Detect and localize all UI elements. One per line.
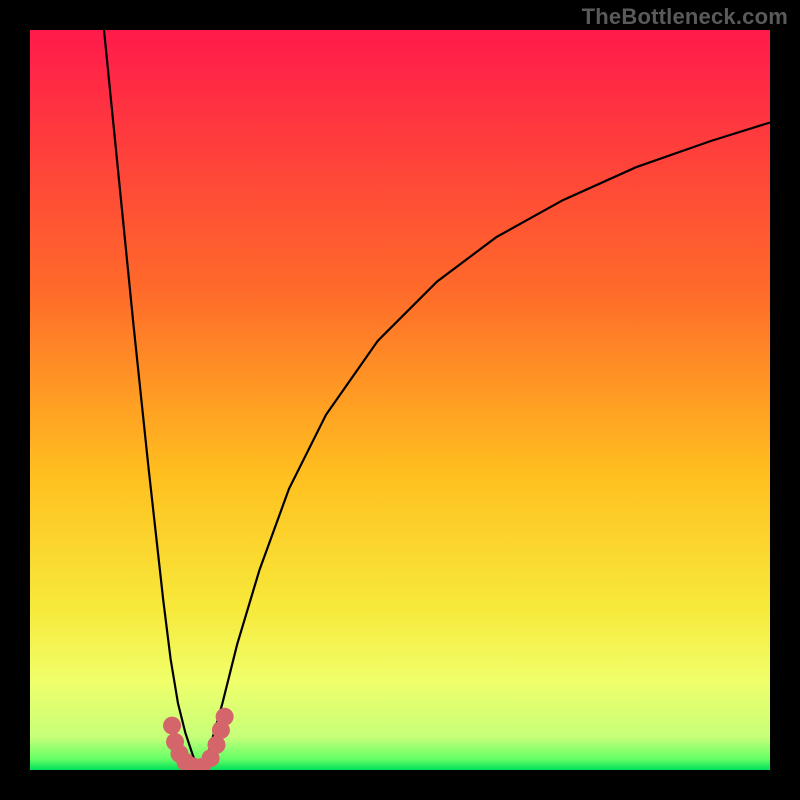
valley-marker — [216, 708, 234, 726]
valley-marker — [163, 717, 181, 735]
watermark-text: TheBottleneck.com — [582, 4, 788, 30]
chart-frame: TheBottleneck.com — [0, 0, 800, 800]
chart-svg — [30, 30, 770, 770]
plot-area — [30, 30, 770, 770]
